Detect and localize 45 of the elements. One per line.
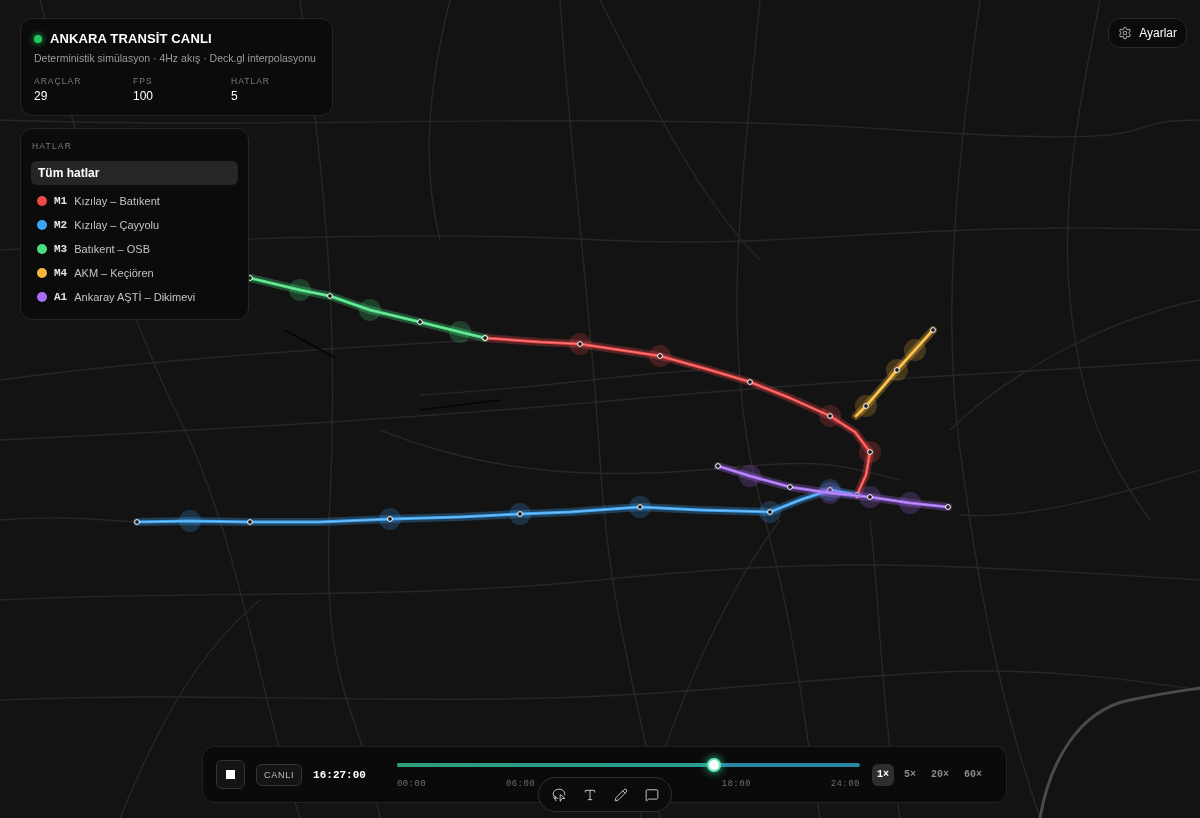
line-name: AKM – Keçiören — [74, 266, 154, 280]
panel-heading: HATLAR — [31, 140, 74, 152]
stat-label: ARAÇLAR — [34, 75, 83, 87]
settings-button[interactable]: Ayarlar — [1108, 18, 1187, 48]
line-name: Kızılay – Batıkent — [74, 194, 160, 208]
speed-option[interactable]: 20× — [925, 763, 954, 786]
text-icon — [582, 787, 597, 802]
stop-button[interactable] — [216, 760, 245, 789]
lasso-select-icon — [551, 787, 566, 802]
speed-option[interactable]: 5× — [898, 763, 921, 786]
stat-value: 100 — [133, 89, 155, 104]
line-name: Ankaray AŞTİ – Dikimevi — [74, 290, 196, 304]
stat-label: HATLAR — [231, 75, 272, 87]
stat-label: FPS — [133, 75, 154, 87]
settings-icon — [1118, 26, 1133, 40]
pencil-icon — [613, 787, 628, 802]
stat-value: 29 — [34, 89, 49, 104]
timeline-tick-label: 24:00 — [830, 778, 860, 790]
speed-option[interactable]: 1× — [871, 763, 894, 786]
line-item[interactable]: M4 AKM – Keçiören — [31, 261, 238, 285]
line-code: M2 — [54, 218, 68, 232]
timeline-thumb[interactable] — [707, 758, 722, 772]
comment-icon — [644, 787, 659, 802]
speed-option[interactable]: 60× — [958, 763, 987, 786]
current-time: 16:27:00 — [313, 767, 366, 782]
app-title: ANKARA TRANSİT CANLI — [50, 31, 212, 47]
timeline-tick-label: 06:00 — [505, 778, 536, 790]
live-button[interactable]: CANLI — [256, 763, 303, 786]
stat-value: 5 — [231, 89, 239, 104]
line-code: M1 — [54, 194, 68, 208]
line-item[interactable]: M1 Kızılay – Batıkent — [31, 189, 238, 213]
timeline-tick-label: 00:00 — [396, 778, 427, 790]
line-name: Batıkent – OSB — [74, 242, 151, 256]
line-item[interactable]: M3 Batıkent – OSB — [31, 237, 238, 261]
timeline-tick-label: 18:00 — [721, 778, 751, 790]
stop-icon — [226, 770, 235, 779]
timeline-slider[interactable] — [396, 758, 860, 772]
line-name: Kızılay – Çayyolu — [74, 218, 160, 232]
line-item[interactable]: M2 Kızılay – Çayyolu — [31, 213, 238, 237]
line-code: A1 — [54, 290, 68, 304]
line-code: M3 — [54, 242, 68, 256]
line-code: M4 — [54, 266, 68, 280]
app-subtitle: Deterministik simülasyon · 4Hz akış · Deck.gl interpolasyonu — [34, 51, 317, 65]
line-item[interactable]: A1 Ankaray AŞTİ – Dikimevi — [31, 285, 238, 309]
all-lines-item[interactable]: Tüm hatlar — [31, 161, 238, 185]
